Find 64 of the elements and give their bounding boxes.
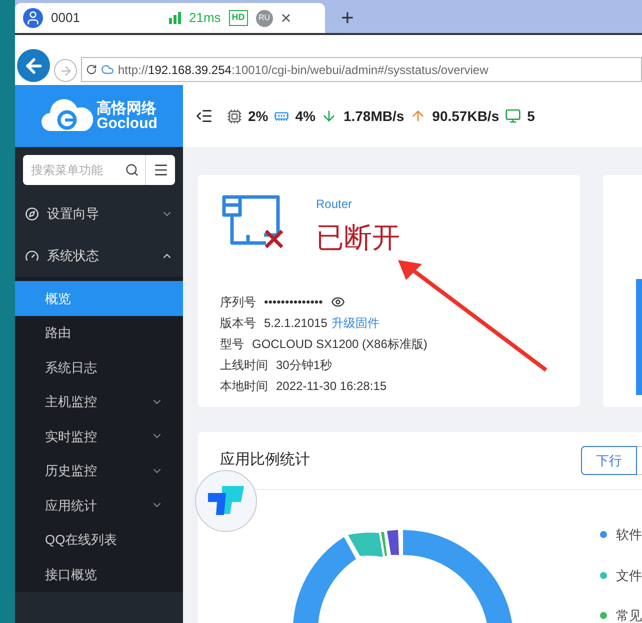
cloud-logo-icon xyxy=(40,99,93,133)
sidebar-item[interactable]: 历史监控 xyxy=(15,454,183,488)
sidebar-item[interactable]: 路由 xyxy=(15,316,183,350)
sidebar-item[interactable]: 接口概览 xyxy=(15,557,183,592)
search-icon xyxy=(125,163,139,177)
field-label: 上线时间 xyxy=(220,356,268,374)
latency-text: 21ms xyxy=(189,9,221,28)
connection-status: 已断开 xyxy=(316,221,400,255)
field-label: 本地时间 xyxy=(220,378,268,394)
back-button[interactable] xyxy=(17,49,50,82)
field-label: 版本号 xyxy=(220,314,256,332)
field-value: GOCLOUD SX1200 (X86标准版) xyxy=(252,336,428,352)
sidebar-item[interactable]: 系统日志 xyxy=(15,350,183,384)
legend-label: 常见 xyxy=(616,607,642,623)
sidebar-item[interactable]: 实时监控 xyxy=(15,419,183,454)
search-button[interactable] xyxy=(123,155,145,185)
reload-icon xyxy=(86,64,97,75)
field-value: 30分钟1秒 xyxy=(276,356,332,374)
download-speed: 1.78MB/s xyxy=(343,106,404,126)
legend-label: 软件 xyxy=(616,526,642,544)
cloud-icon xyxy=(101,63,114,76)
hd-badge: HD xyxy=(228,10,248,26)
upload-speed: 90.57KB/s xyxy=(432,106,500,126)
legend-label: 文件 xyxy=(616,566,642,584)
url-text: http://192.168.39.254:10010/cgi-bin/webui/admin#/sysstatus/overview xyxy=(118,62,488,78)
client-count: 5 xyxy=(527,106,535,126)
forward-arrow-icon xyxy=(58,64,72,78)
device-type: Router xyxy=(316,196,354,213)
eye-icon[interactable] xyxy=(330,294,345,308)
cpu-icon xyxy=(227,108,242,124)
field-value: •••••••••••••• xyxy=(264,294,323,310)
card-title: 应用比例统计 xyxy=(220,450,311,470)
new-tab-button[interactable]: + xyxy=(341,7,354,29)
field-value: 5.2.1.21015 xyxy=(264,314,328,332)
sidebar-group-item[interactable]: 设置向导 xyxy=(15,193,183,235)
memory-usage: 4% xyxy=(295,106,316,126)
browser-tab[interactable]: 0001 21ms HD RU × xyxy=(15,3,325,33)
upgrade-firmware-link[interactable]: 升级固件 xyxy=(331,314,380,332)
field-label: 型号 xyxy=(220,336,244,352)
app-logo-icon xyxy=(208,486,244,516)
sidebar-item[interactable]: 应用统计 xyxy=(15,488,183,522)
sidebar-item[interactable]: 主机监控 xyxy=(15,384,183,419)
field-value: 2022-11-30 16:28:15 xyxy=(276,378,387,394)
menu-icon xyxy=(152,162,168,178)
avatar-icon xyxy=(23,8,43,28)
sidebar-group-item[interactable]: 系统状态 xyxy=(15,235,183,277)
close-tab-button[interactable]: × xyxy=(280,9,292,27)
network-disconnected-icon xyxy=(220,195,286,249)
monitor-icon xyxy=(505,108,522,124)
downlink-toggle-button[interactable]: 下行 xyxy=(581,446,637,475)
menu-button[interactable] xyxy=(145,155,175,185)
user-badge: RU xyxy=(256,10,273,26)
cpu-usage: 2% xyxy=(248,106,268,126)
gauge-icon xyxy=(25,249,39,263)
collapse-menu-icon[interactable] xyxy=(195,107,213,125)
menu-search-field[interactable]: 搜索菜单功能 xyxy=(23,155,123,185)
signal-icon xyxy=(169,12,181,24)
compass-icon xyxy=(25,207,39,221)
sidebar-item[interactable]: QQ在线列表 xyxy=(15,522,183,557)
address-field[interactable]: http://192.168.39.254:10010/cgi-bin/webui/admin#/sysstatus/overview xyxy=(81,57,642,82)
field-label: 序列号 xyxy=(220,294,256,310)
logo-brand: Gocloud xyxy=(96,116,158,131)
logo-name: 高恪网络 xyxy=(96,101,158,116)
tab-title: 0001 xyxy=(51,9,81,28)
